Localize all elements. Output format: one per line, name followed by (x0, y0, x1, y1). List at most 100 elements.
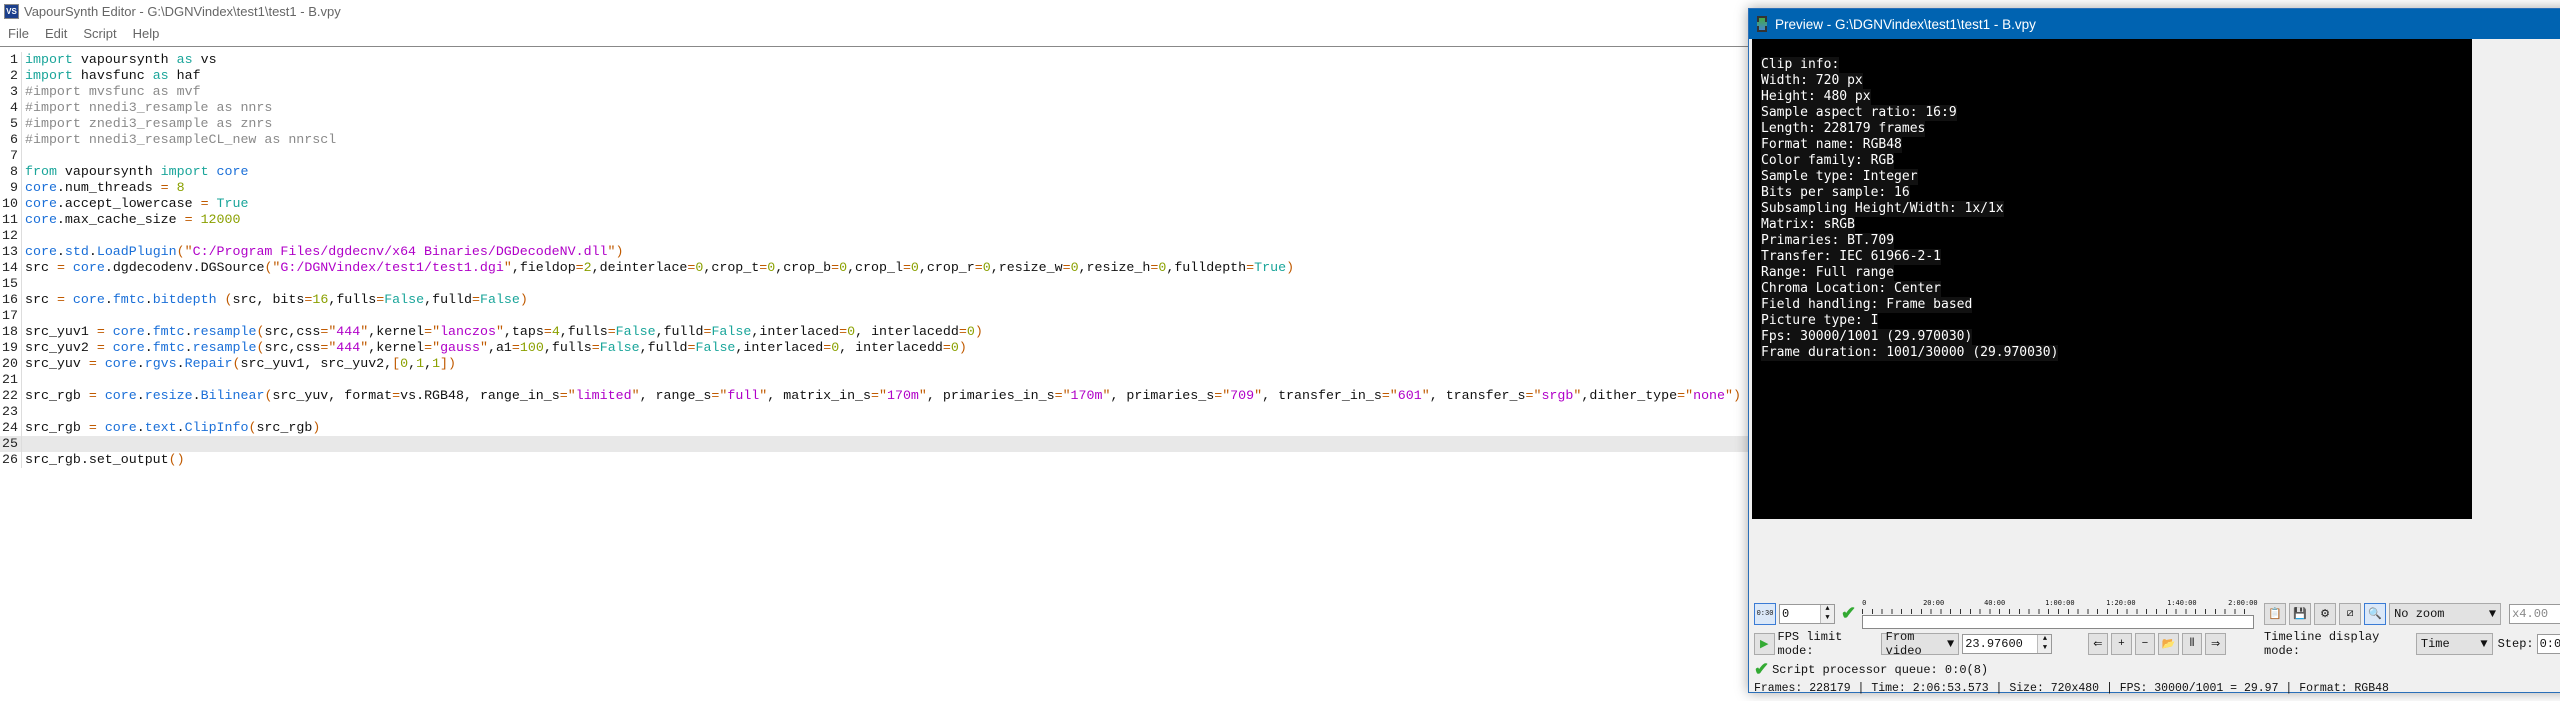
line-number: 14 (0, 260, 22, 276)
checkmark-icon: ✔ (1841, 605, 1857, 625)
code-text: #import nnedi3_resample as nnrs (25, 100, 273, 115)
fps-limit-combo[interactable]: From video ▼ (1880, 630, 1960, 658)
line-number: 6 (0, 132, 22, 148)
fps-value: 23.97600 (1965, 637, 2023, 651)
timeline-tick-label: 1:40:00 (2167, 599, 2197, 607)
timeline-ticks (1862, 609, 2255, 614)
zoom-magnifier-button[interactable]: 🔍 (2364, 603, 2387, 625)
code-text: from vapoursynth import core (25, 164, 249, 179)
clip-info-line: Sample type: Integer (1761, 169, 1918, 185)
code-text: src = core.dgdecodenv.DGSource("G:/DGNVi… (25, 260, 1295, 275)
next-bookmark-button[interactable]: ⇒ (2205, 633, 2226, 655)
step-label: Step: (2497, 637, 2534, 651)
timeline-track[interactable] (1862, 615, 2255, 629)
line-number: 1 (0, 52, 22, 68)
step-field[interactable]: 0:0 (2536, 634, 2560, 654)
clip-info-line: Chroma Location: Center (1761, 281, 1942, 297)
clip-info-line: Sample aspect ratio: 16:9 (1761, 105, 1957, 121)
code-text: src_rgb = core.text.ClipInfo(src_rgb) (25, 420, 321, 435)
clip-info-line: Format name: RGB48 (1761, 137, 1902, 153)
add-bookmark-button[interactable]: + (2111, 633, 2132, 655)
line-number: 11 (0, 212, 22, 228)
playback-toolbar: ▶ FPS limit mode: From video ▼ 23.97600 ▲ ▼… (1754, 630, 2560, 658)
chevron-down-icon: ▼ (2488, 607, 2497, 621)
remove-bookmark-button[interactable]: − (2134, 633, 2156, 655)
menu-script[interactable]: Script (83, 26, 116, 41)
timeline-mode-combo[interactable]: Time ▼ (2415, 633, 2493, 655)
line-number: 20 (0, 356, 22, 372)
code-text: #import mvsfunc as mvf (25, 84, 201, 99)
line-number: 8 (0, 164, 22, 180)
code-text: core.num_threads = 8 (25, 180, 185, 195)
line-number: 13 (0, 244, 22, 260)
timeline-tick-label: 0 (1862, 599, 1867, 607)
clip-info-line: Subsampling Height/Width: 1x/1x (1761, 201, 2004, 217)
clip-info-line: Range: Full range (1761, 265, 1895, 281)
line-number: 4 (0, 100, 22, 116)
zoom-ratio-field[interactable]: x4.00 (2509, 604, 2560, 624)
menu-file[interactable]: File (8, 26, 29, 41)
line-number: 23 (0, 404, 22, 420)
code-text: src_yuv = core.rgvs.Repair(src_yuv1, src… (25, 356, 457, 371)
menu-edit[interactable]: Edit (45, 26, 67, 41)
chevron-down-icon: ▼ (2480, 637, 2488, 651)
clear-bookmarks-button[interactable]: ⦀ (2181, 633, 2203, 655)
navigation-toolbar: 0:30 0 ▲ ▼ ✔ 0 20:00 40:00 1:00:00 1:20:00 1:40… (1754, 599, 2560, 629)
line-number: 18 (0, 324, 22, 340)
timeline-slider[interactable]: 0 20:00 40:00 1:00:00 1:20:00 1:40:00 2:00:00 (1862, 599, 2258, 629)
timeline-tick-label: 1:20:00 (2106, 599, 2136, 607)
previous-bookmark-button[interactable]: ⇐ (2087, 633, 2109, 655)
code-text: src_yuv1 = core.fmtc.resample(src,css="4… (25, 324, 983, 339)
zoom-mode-combo[interactable]: No zoom ▼ (2389, 603, 2502, 625)
clip-info-line: Width: 720 px (1761, 73, 1863, 89)
queue-status-text: Script processor queue: 0:0(8) (1772, 663, 1989, 677)
timeline-tick-label: 1:00:00 (2045, 599, 2075, 607)
line-number: 5 (0, 116, 22, 132)
timecode-mode-button[interactable]: 0:30 (1754, 603, 1776, 625)
clip-info-line: Bits per sample: 16 (1761, 185, 1910, 201)
line-number: 15 (0, 276, 22, 292)
play-button[interactable]: ▶ (1754, 633, 1775, 655)
copy-frame-button[interactable]: 📋 (2264, 603, 2287, 625)
line-number: 9 (0, 180, 22, 196)
spin-arrows-icon[interactable]: ▲ ▼ (2037, 635, 2052, 653)
code-text: import vapoursynth as vs (25, 52, 217, 67)
menu-help[interactable]: Help (133, 26, 160, 41)
clip-info-line: Primaries: BT.709 (1761, 233, 1895, 249)
code-text: #import znedi3_resample as znrs (25, 116, 273, 131)
frame-spinbox[interactable]: 0 ▲ ▼ (1779, 604, 1835, 624)
line-number: 16 (0, 292, 22, 308)
preview-window: Preview - G:\DGNVindex\test1\test1 - B.v… (1748, 8, 2560, 695)
clip-info-line: Color family: RGB (1761, 153, 1895, 169)
load-bookmarks-button[interactable]: 📂 (2158, 633, 2179, 655)
video-frame: Clip info: Width: 720 px Height: 480 px Sam… (1752, 39, 2472, 519)
code-text: src_rgb = core.resize.Bilinear(src_yuv, … (25, 388, 1741, 403)
code-text: src_yuv2 = core.fmtc.resample(src,css="4… (25, 340, 967, 355)
timeline-tick-label: 40:00 (1984, 599, 2006, 607)
line-number: 10 (0, 196, 22, 212)
status-bar-text: Frames: 228179 | Time: 2:06:53.573 | Siz… (1754, 681, 2389, 695)
fps-limit-label: FPS limit mode: (1777, 630, 1843, 658)
clip-info-line: Length: 228179 frames (1761, 121, 1926, 137)
film-icon (1757, 16, 1767, 32)
fps-spinbox[interactable]: 23.97600 ▲ ▼ (1962, 634, 2053, 654)
clip-info-line: Matrix: sRGB (1761, 217, 1855, 233)
crop-button[interactable]: ⧄ (2339, 603, 2362, 625)
timeline-mode-value: Time (2420, 637, 2450, 651)
preview-title: Preview - G:\DGNVindex\test1\test1 - B.v… (1775, 16, 2036, 32)
code-text: core.accept_lowercase = True (25, 196, 249, 211)
chevron-down-icon: ▼ (1947, 637, 1955, 651)
save-snapshot-button[interactable]: 💾 (2289, 603, 2312, 625)
preview-title-bar: Preview - G:\DGNVindex\test1\test1 - B.v… (1749, 9, 2560, 39)
clip-info-line: Transfer: IEC 61966-2-1 (1761, 249, 1942, 265)
code-text: src_rgb.set_output() (25, 452, 185, 467)
status-bar: Frames: 228179 | Time: 2:06:53.573 | Siz… (1754, 677, 2389, 699)
frame-value: 0 (1782, 607, 1790, 621)
code-text: core.max_cache_size = 12000 (25, 212, 241, 227)
spin-arrows-icon[interactable]: ▲ ▼ (1820, 605, 1834, 623)
code-text: import havsfunc as haf (25, 68, 201, 83)
clip-info-line: Field handling: Frame based (1761, 297, 1973, 313)
timeline-tick-label: 20:00 (1923, 599, 1945, 607)
settings-gear-button[interactable]: ⚙ (2314, 603, 2337, 625)
clip-info-line: Picture type: I (1761, 313, 1879, 329)
